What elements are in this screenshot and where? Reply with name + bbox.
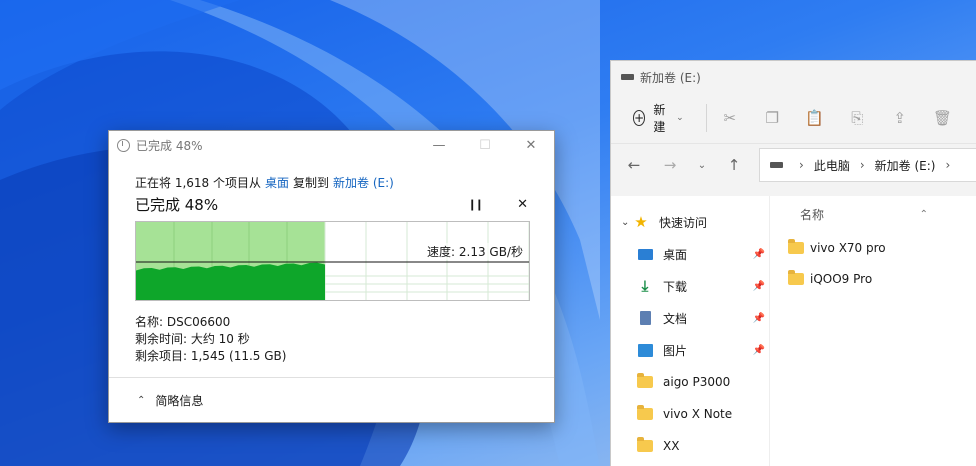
drive-icon — [621, 74, 634, 80]
nav-item-label: 快速访问 — [659, 215, 708, 230]
paste-icon[interactable]: 📋 — [805, 107, 824, 129]
copy-progress-dialog: 已完成 48% — ☐ ✕ 正在将 1,618 个项目从 桌面 复制到 新加卷 … — [108, 130, 555, 423]
nav-item-desktop[interactable]: 桌面 📌 — [611, 238, 769, 270]
breadcrumb-separator-icon: › — [945, 158, 951, 172]
delete-icon[interactable]: 🗑 — [933, 107, 952, 129]
document-icon — [637, 310, 653, 326]
source-link[interactable]: 桌面 — [265, 174, 289, 191]
list-item[interactable]: vivo X70 pro — [788, 232, 976, 263]
folder-icon — [788, 269, 804, 285]
fewer-details-toggle[interactable]: ⌃ 简略信息 — [109, 377, 554, 422]
transfer-details: 名称: DSC06600 剩余时间: 大约 10 秒 剩余项目: 1,545 (… — [135, 314, 554, 365]
explorer-toolbar: + 新建 ⌄ ✂ ❐ 📋 ⎘ ⇪ 🗑 — [611, 93, 976, 143]
detail-name: 名称: DSC06600 — [135, 315, 231, 329]
chevron-down-icon: ⌄ — [676, 113, 684, 123]
copy-prefix: 正在将 1,618 个项目从 — [135, 175, 261, 190]
speed-graph: 速度: 2.13 GB/秒 — [135, 221, 530, 301]
breadcrumb-this-pc[interactable]: 此电脑 — [814, 157, 850, 174]
recent-chevron-icon[interactable]: ⌄ — [695, 154, 709, 176]
column-header-name[interactable]: 名称 ⌃ — [788, 196, 976, 232]
file-explorer-window: 新加卷 (E:) + 新建 ⌄ ✂ ❐ 📋 ⎘ ⇪ 🗑 ← → ⌄ ↑ › 此电… — [610, 60, 976, 466]
plus-icon: + — [633, 110, 646, 126]
folder-icon — [637, 437, 653, 454]
nav-item-label: XX — [663, 439, 680, 453]
column-header-label: 名称 — [800, 207, 825, 222]
breadcrumb-separator-icon: › — [859, 158, 865, 172]
nav-item-xx[interactable]: XX — [611, 430, 769, 462]
new-button-label: 新建 — [653, 103, 666, 134]
folder-icon — [637, 405, 653, 422]
explorer-navbar: ← → ⌄ ↑ › 此电脑 › 新加卷 (E:) › — [611, 143, 976, 186]
forward-arrow-icon[interactable]: → — [659, 154, 681, 176]
breadcrumb-separator-icon: › — [799, 158, 804, 172]
nav-item-label: aigo P3000 — [663, 375, 731, 389]
nav-item-documents[interactable]: 文档 📌 — [611, 302, 769, 334]
star-icon: ★ — [634, 213, 648, 231]
copy-description: 正在将 1,618 个项目从 桌面 复制到 新加卷 (E:) — [135, 173, 554, 191]
explorer-titlebar: 新加卷 (E:) — [611, 61, 976, 93]
file-name: iQOO9 Pro — [810, 271, 873, 286]
sort-chevron-up-icon: ⌃ — [919, 208, 928, 220]
new-button[interactable]: + 新建 ⌄ — [629, 103, 688, 134]
share-icon[interactable]: ⇪ — [891, 107, 909, 129]
back-arrow-icon[interactable]: ← — [623, 154, 645, 176]
download-icon: ⤓ — [641, 277, 649, 295]
copy-mid: 复制到 — [293, 175, 330, 190]
pin-icon: 📌 — [752, 280, 765, 292]
pin-icon: 📌 — [752, 312, 765, 324]
percent-complete-label: 已完成 48% — [135, 195, 219, 214]
dialog-body: 正在将 1,618 个项目从 桌面 复制到 新加卷 (E:) 已完成 48% ❙… — [109, 159, 554, 365]
explorer-body: ⌄ ★ 快速访问 桌面 📌 ⤓ 下载 📌 文档 📌 图片 📌 aigo P300… — [611, 196, 976, 466]
address-bar[interactable]: › 此电脑 › 新加卷 (E:) › — [759, 148, 976, 182]
copy-icon[interactable]: ❐ — [763, 107, 781, 129]
nav-item-pictures[interactable]: 图片 📌 — [611, 334, 769, 366]
nav-item-aigo[interactable]: aigo P3000 — [611, 366, 769, 398]
up-arrow-icon[interactable]: ↑ — [723, 154, 745, 176]
stop-button[interactable]: ✕ — [517, 197, 528, 212]
chevron-up-icon: ⌃ — [137, 394, 146, 406]
dialog-title: 已完成 48% — [136, 138, 203, 153]
dialog-titlebar: 已完成 48% — ☐ ✕ — [109, 131, 554, 159]
clock-icon — [117, 138, 130, 152]
nav-item-label: vivo X Note — [663, 407, 733, 421]
explorer-title: 新加卷 (E:) — [640, 70, 701, 85]
destination-link[interactable]: 新加卷 (E:) — [333, 174, 394, 191]
expand-chevron-icon[interactable]: ⌄ — [621, 217, 633, 228]
nav-item-quick-access[interactable]: ⌄ ★ 快速访问 — [611, 206, 769, 238]
picture-icon — [637, 342, 653, 358]
folder-icon — [637, 373, 653, 390]
pause-button[interactable]: ❙❙ — [468, 198, 485, 211]
drive-icon — [770, 162, 783, 168]
fewer-details-label: 简略信息 — [155, 393, 204, 408]
close-button[interactable]: ✕ — [508, 131, 554, 159]
breadcrumb-drive-e[interactable]: 新加卷 (E:) — [875, 157, 936, 174]
detail-items-remaining: 剩余项目: 1,545 (11.5 GB) — [135, 349, 287, 363]
minimize-button[interactable]: — — [416, 131, 462, 159]
content-pane: 名称 ⌃ vivo X70 pro iQOO9 Pro — [770, 196, 976, 466]
desktop-icon — [637, 246, 653, 262]
window-controls: — ☐ ✕ — [416, 131, 554, 159]
nav-item-label: 文档 — [663, 311, 688, 326]
pin-icon: 📌 — [752, 248, 765, 260]
maximize-button: ☐ — [479, 137, 491, 153]
file-name: vivo X70 pro — [810, 240, 886, 255]
nav-item-vivo-x-note[interactable]: vivo X Note — [611, 398, 769, 430]
rename-icon[interactable]: ⎘ — [848, 107, 866, 129]
detail-time-remaining: 剩余时间: 大约 10 秒 — [135, 332, 250, 346]
toolbar-divider — [705, 104, 707, 132]
pin-icon: 📌 — [752, 344, 765, 356]
nav-item-label: 图片 — [663, 343, 688, 358]
cut-icon[interactable]: ✂ — [721, 107, 739, 129]
folder-icon — [788, 238, 804, 254]
list-item[interactable]: iQOO9 Pro — [788, 263, 976, 294]
nav-item-label: 下载 — [663, 279, 688, 294]
nav-item-label: 桌面 — [663, 247, 688, 262]
navigation-pane: ⌄ ★ 快速访问 桌面 📌 ⤓ 下载 📌 文档 📌 图片 📌 aigo P300… — [611, 196, 770, 466]
speed-label: 速度: 2.13 GB/秒 — [427, 243, 523, 260]
nav-item-downloads[interactable]: ⤓ 下载 📌 — [611, 270, 769, 302]
percent-row: 已完成 48% ❙❙ ✕ — [135, 191, 530, 217]
